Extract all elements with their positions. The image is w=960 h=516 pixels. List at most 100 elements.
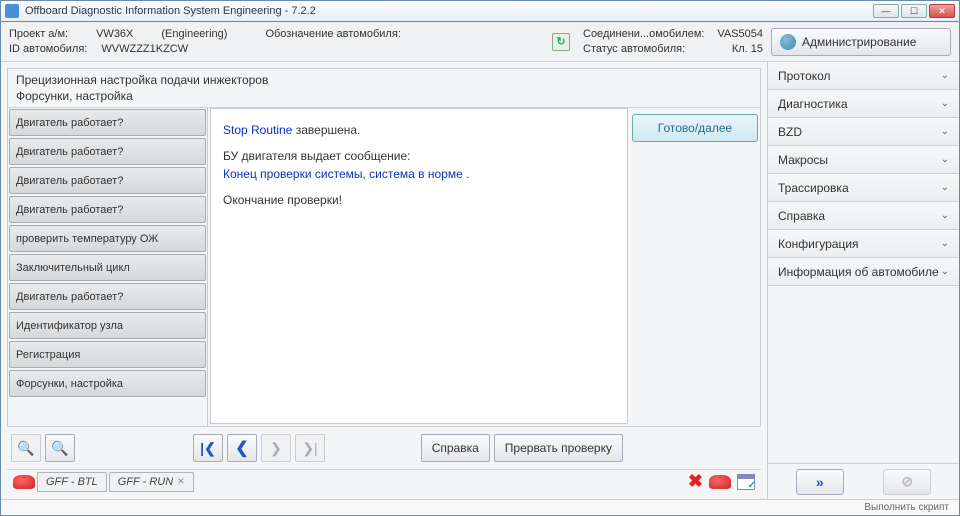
toolbar-row: 🔍 🔍 |❮ ❮ ❯ ❯| Справка Прервать проверку [7,431,761,465]
stop-icon: ⊘ [901,473,913,490]
abort-check-button[interactable]: Прервать проверку [494,434,623,462]
msg-end-check: Окончание проверки! [223,191,615,209]
calendar-check-icon[interactable] [737,474,755,490]
magnifier-plus-icon: 🔍 [51,440,68,457]
status-text: Выполнить скрипт [864,502,949,513]
ready-next-button[interactable]: Готово/далее [632,114,758,142]
nav-last-button[interactable]: ❯| [295,434,325,462]
accordion-header[interactable]: Конфигурация ⌄ [768,230,959,258]
chevron-down-icon: ⌄ [941,182,949,193]
tab-row: GFF - BTL GFF - RUN✕ ✖ [7,469,761,493]
nav-next-icon: ❯ [270,440,282,457]
vehicle-id-label: ID автомобиля: [9,43,87,55]
minimize-button[interactable]: — [873,4,899,18]
accordion-header[interactable]: Протокол ⌄ [768,62,959,90]
step-item[interactable]: Двигатель работает? [9,167,206,194]
chevron-down-icon: ⌄ [941,210,949,221]
accordion-header[interactable]: Диагностика⌄ [768,90,959,118]
vehicle-id-value: WVWZZZ1KZCW [101,43,188,55]
step-item[interactable]: Двигатель работает? [9,196,206,223]
msg-system-ok: Конец проверки системы, система в норме … [223,165,615,183]
chevron-down-icon: ⌄ [941,70,949,81]
car-icon-2[interactable] [709,475,731,489]
accordion-header[interactable]: Трассировка ⌄ [768,174,959,202]
window-controls: — ☐ ✕ [873,4,955,18]
nav-last-icon: ❯| [302,440,317,457]
refresh-icon[interactable]: ↻ [552,33,570,51]
step-item[interactable]: Форсунки, настройка [9,370,206,397]
step-item[interactable]: Двигатель работает? [9,138,206,165]
accordion-header[interactable]: Информация об автомобиле⌄ [768,258,959,286]
chevron-down-icon: ⌄ [941,126,949,137]
msg-stop-routine: Stop Routine [223,123,292,137]
connection-label: Соединени...омобилем: [583,28,704,40]
header-left: Проект а/м: VW36X (Engineering) Обозначе… [9,26,539,57]
tab-gff-btl[interactable]: GFF - BTL [37,472,107,492]
chevron-down-icon: ⌄ [941,238,949,249]
accordion-label: Трассировка [778,181,849,195]
nav-first-icon: |❮ [200,440,216,457]
app-icon [5,4,19,18]
header-bar: Проект а/м: VW36X (Engineering) Обозначе… [1,22,959,62]
window-title: Offboard Diagnostic Information System E… [25,5,873,17]
chevron-down-icon: ⌄ [941,154,949,165]
help-button[interactable]: Справка [421,434,490,462]
maximize-button[interactable]: ☐ [901,4,927,18]
magnifier-minus-icon: 🔍 [17,440,34,457]
nav-prev-button[interactable]: ❮ [227,434,257,462]
nav-prev-icon: ❮ [235,438,248,458]
nav-first-button[interactable]: |❮ [193,434,223,462]
tab-close-icon[interactable]: ✕ [177,476,185,487]
msg-ecu-reports: БУ двигателя выдает сообщение: [223,147,615,165]
procedure-title: Прецизионная настройка подачи инжекторов [8,69,760,89]
tab-gff-run[interactable]: GFF - RUN✕ [109,472,194,492]
zoom-in-button[interactable]: 🔍 [45,434,75,462]
zoom-out-button[interactable]: 🔍 [11,434,41,462]
procedure-subtitle: Форсунки, настройка [8,89,760,107]
connection-value: VAS5054 [717,28,763,40]
side-panel: Готово/далее [630,108,760,426]
header-admin: Администрирование [771,26,951,57]
accordion-label: BZD [778,125,802,139]
step-list[interactable]: Двигатель работает?Двигатель работает?Дв… [8,108,208,426]
accordion-label: Макросы [778,153,828,167]
forward-button[interactable]: » [796,469,844,495]
right-panel: Протокол⌄Диагностика⌄BZD⌄Макросы⌄Трассир… [767,62,959,499]
accordion-label: Диагностика [778,97,848,111]
step-item[interactable]: Двигатель работает? [9,109,206,136]
vehicle-status-value: Кл. 15 [732,43,763,55]
left-area: Прецизионная настройка подачи инжекторов… [1,62,767,499]
accordion-header[interactable]: BZD ⌄ [768,118,959,146]
main-area: Прецизионная настройка подачи инжекторов… [1,62,959,499]
project-label: Проект а/м: [9,28,68,40]
accordion-label: Протокол [778,69,831,83]
delete-icon[interactable]: ✖ [688,471,703,492]
right-panel-body [768,286,959,463]
accordion-header[interactable]: Справка ⌄ [768,202,959,230]
vehicle-designation-label: Обозначение автомобиля: [265,28,400,40]
step-item[interactable]: Двигатель работает? [9,283,206,310]
step-item[interactable]: Регистрация [9,341,206,368]
right-panel-footer: » ⊘ [768,463,959,499]
engineering-label: (Engineering) [161,28,227,40]
accordion-header[interactable]: Макросы ⌄ [768,146,959,174]
step-item[interactable]: Идентификатор узла [9,312,206,339]
step-item[interactable]: проверить температуру ОЖ [9,225,206,252]
message-pane: Stop Routine завершена. БУ двигателя выд… [210,108,628,424]
accordion-label: Справка [778,209,825,223]
left-inner: Прецизионная настройка подачи инжекторов… [7,68,761,427]
nav-next-button[interactable]: ❯ [261,434,291,462]
admin-button[interactable]: Администрирование [771,28,951,56]
accordion-label: Информация об автомобиле [778,265,939,279]
status-bar: Выполнить скрипт [1,499,959,515]
close-button[interactable]: ✕ [929,4,955,18]
step-item[interactable]: Заключительный цикл [9,254,206,281]
project-value: VW36X [96,28,133,40]
stop-button[interactable]: ⊘ [883,469,931,495]
vehicle-status-label: Статус автомобиля: [583,43,685,55]
message-area: Stop Routine завершена. БУ двигателя выд… [208,108,630,426]
refresh-icon-box: ↻ [547,26,575,57]
accordion-label: Конфигурация [778,237,859,251]
forward-icon: » [816,474,824,490]
msg-completed: завершена. [292,123,360,137]
